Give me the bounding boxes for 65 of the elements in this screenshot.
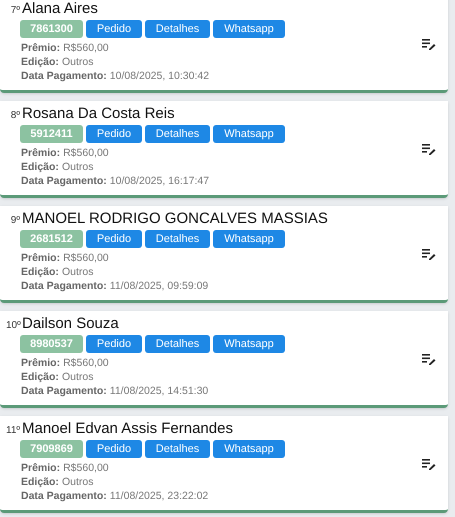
whatsapp-button[interactable]: Whatsapp — [213, 230, 285, 248]
field-label: Data Pagamento: — [21, 69, 107, 83]
field-value: Outros — [62, 55, 94, 69]
field-value: Outros — [62, 475, 94, 489]
whatsapp-button[interactable]: Whatsapp — [213, 125, 285, 143]
field-label: Prêmio: — [21, 41, 60, 55]
field-label: Data Pagamento: — [21, 489, 107, 503]
code-badge: 7909869 — [20, 440, 83, 458]
field-label: Prêmio: — [21, 146, 60, 160]
field-value: Outros — [62, 265, 94, 279]
code-badge: 8980537 — [20, 335, 83, 353]
field-value: 11/08/2025, 14:51:30 — [110, 384, 208, 398]
details-button[interactable]: Detalhes — [145, 125, 210, 143]
code-badge: 5912411 — [20, 125, 83, 143]
field-value: 11/08/2025, 23:22:02 — [110, 489, 208, 503]
winner-name: MANOEL RODRIGO GONCALVES MASSIAS — [22, 210, 328, 228]
edit-list-icon[interactable] — [422, 38, 436, 50]
rank-number: 8º — [10, 109, 20, 123]
order-button[interactable]: Pedido — [86, 440, 142, 458]
field-label: Data Pagamento: — [21, 174, 107, 188]
winner-name: Rosana Da Costa Reis — [22, 105, 175, 123]
field-value: R$560,00 — [63, 41, 109, 55]
field-label: Edição: — [21, 370, 59, 384]
order-button[interactable]: Pedido — [86, 125, 142, 143]
field-label: Prêmio: — [21, 356, 60, 370]
order-button[interactable]: Pedido — [86, 335, 142, 353]
field-value: R$560,00 — [63, 251, 109, 265]
field-value: Outros — [62, 370, 94, 384]
field-label: Edição: — [21, 160, 59, 174]
edit-list-icon[interactable] — [422, 143, 436, 155]
details-button[interactable]: Detalhes — [145, 230, 210, 248]
rank-number: 7º — [10, 4, 20, 18]
field-label: Prêmio: — [21, 461, 60, 475]
field-label: Edição: — [21, 265, 59, 279]
field-value: 10/08/2025, 10:30:42 — [110, 69, 210, 83]
field-label: Data Pagamento: — [21, 279, 107, 293]
whatsapp-button[interactable]: Whatsapp — [213, 20, 285, 38]
field-value: R$560,00 — [63, 356, 109, 370]
field-value: 11/08/2025, 09:59:09 — [110, 279, 208, 293]
rank-number: 11º — [6, 424, 20, 438]
field-label: Edição: — [21, 55, 59, 69]
winner-name: Alana Aires — [22, 0, 98, 18]
rank-number: 9º — [10, 214, 20, 228]
edit-list-icon[interactable] — [422, 353, 436, 365]
details-button[interactable]: Detalhes — [145, 335, 210, 353]
field-label: Prêmio: — [21, 251, 60, 265]
code-badge: 2681512 — [20, 230, 83, 248]
field-value: R$560,00 — [63, 461, 109, 475]
order-button[interactable]: Pedido — [86, 230, 142, 248]
order-button[interactable]: Pedido — [86, 20, 142, 38]
edit-list-icon[interactable] — [422, 458, 436, 470]
whatsapp-button[interactable]: Whatsapp — [213, 335, 285, 353]
details-button[interactable]: Detalhes — [145, 20, 210, 38]
field-value: 10/08/2025, 16:17:47 — [110, 174, 210, 188]
winner-name: Dailson Souza — [22, 315, 119, 333]
field-value: R$560,00 — [63, 146, 109, 160]
code-badge: 7861300 — [20, 20, 83, 38]
field-label: Edição: — [21, 475, 59, 489]
winner-name: Manoel Edvan Assis Fernandes — [22, 420, 233, 438]
whatsapp-button[interactable]: Whatsapp — [213, 440, 285, 458]
details-button[interactable]: Detalhes — [145, 440, 210, 458]
field-value: Outros — [62, 160, 94, 174]
field-label: Data Pagamento: — [21, 384, 107, 398]
rank-number: 10º — [6, 319, 20, 333]
edit-list-icon[interactable] — [422, 248, 436, 260]
